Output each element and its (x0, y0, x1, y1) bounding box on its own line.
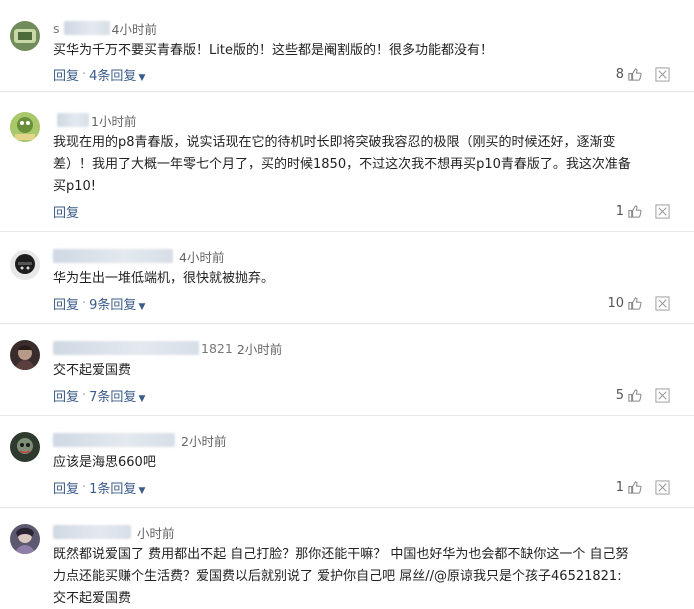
reply-button[interactable]: 回复 (53, 386, 79, 405)
more-options-icon[interactable] (655, 67, 670, 82)
username-redacted (53, 249, 173, 263)
comment-actions: 回复 · 7条回复 ▼ (53, 385, 145, 405)
reply-button[interactable]: 回复 (53, 202, 79, 221)
like-count: 1 (615, 479, 624, 495)
like-count: 10 (607, 295, 624, 311)
comment-actions: 回复 · 1条回复 ▼ (53, 477, 145, 497)
view-replies-button[interactable]: 7条回复 ▼ (89, 386, 145, 405)
username-redacted (53, 525, 131, 539)
username-redacted (53, 433, 175, 447)
chevron-down-icon: ▼ (138, 485, 146, 496)
comment-text: 华为生出一堆低端机，很快就被抛弃。 (53, 268, 673, 290)
comment-actions: 回复 · 9条回复 ▼ (53, 293, 145, 313)
timestamp: 1小时前 (91, 113, 137, 129)
comment-actions: 回复 (53, 201, 79, 221)
timestamp: 2小时前 (181, 433, 227, 449)
like-count: 1 (615, 203, 624, 219)
more-options-icon[interactable] (655, 204, 670, 219)
more-options-icon[interactable] (655, 388, 670, 403)
avatar[interactable] (10, 524, 40, 554)
separator: · (82, 387, 87, 403)
comment-line: 我现在用的p8青春版，说实话现在它的待机时长即将突破我容忍的极限（刚买的时候还好… (53, 135, 616, 150)
comment-item: s 4小时前 买华为千万不要买青春版！Lite版的！这些都是阉割版的！很多功能都… (0, 0, 694, 92)
username-redacted (57, 113, 89, 127)
timestamp: 小时前 (137, 525, 175, 541)
separator: · (82, 295, 87, 311)
comment-header: 4小时前 (53, 246, 224, 266)
comment-item: 1小时前 我现在用的p8青春版，说实话现在它的待机时长即将突破我容忍的极限（刚买… (0, 92, 694, 232)
comment-line: 交不起爱国费 (53, 591, 132, 606)
thumbs-up-icon[interactable] (627, 480, 642, 495)
thumbs-up-icon[interactable] (627, 204, 642, 219)
chevron-down-icon: ▼ (138, 301, 146, 312)
avatar[interactable] (10, 340, 40, 370)
reply-count: 7条回复 (89, 389, 137, 405)
timestamp: 4小时前 (111, 21, 157, 37)
view-replies-button[interactable]: 9条回复 ▼ (89, 294, 145, 313)
like-area: 5 (616, 385, 642, 405)
comment-item: 2小时前 应该是海思660吧 回复 · 1条回复 ▼ 1 (0, 416, 694, 508)
view-replies-button[interactable]: 4条回复 ▼ (89, 65, 145, 84)
like-area: 1 (616, 201, 642, 221)
comment-actions: 回复 · 4条回复 ▼ (53, 64, 145, 84)
thumbs-up-icon[interactable] (627, 67, 642, 82)
username-redacted (53, 341, 199, 355)
comment-item: 4小时前 华为生出一堆低端机，很快就被抛弃。 回复 · 9条回复 ▼ 10 (0, 232, 694, 324)
timestamp: 2小时前 (236, 341, 283, 357)
like-area: 8 (616, 64, 642, 84)
timestamp: 4小时前 (179, 249, 225, 265)
more-options-icon[interactable] (655, 480, 670, 495)
avatar[interactable] (10, 21, 40, 51)
comment-header: s 4小时前 (53, 18, 157, 38)
reply-count: 4条回复 (89, 68, 137, 84)
comment-text: 应该是海思660吧 (53, 452, 673, 474)
comment-item: 小时前 既然都说爱国了 费用都出不起 自己打脸？那你还能干嘛？ 中国也好华为也会… (0, 508, 694, 609)
username[interactable]: s (53, 21, 60, 36)
separator: · (82, 479, 87, 495)
comment-line: 华为生出一堆低端机，很快就被抛弃。 (53, 271, 275, 286)
comment-line: 既然都说爱国了 费用都出不起 自己打脸？那你还能干嘛？ 中国也好华为也会都不缺你… (53, 547, 629, 562)
chevron-down-icon: ▼ (138, 72, 146, 83)
thumbs-up-icon[interactable] (627, 296, 642, 311)
comment-line: 差）！我用了大概一年零七个月了，买的时候1850，不过这次我不想再买p10青春版… (53, 157, 631, 172)
username-redacted (63, 21, 110, 35)
avatar[interactable] (10, 432, 40, 462)
comment-text: 买华为千万不要买青春版！Lite版的！这些都是阉割版的！很多功能都没有！ (53, 40, 673, 62)
comment-line: 交不起爱国费 (53, 363, 132, 378)
comment-line: 应该是海思660吧 (53, 455, 156, 470)
reply-button[interactable]: 回复 (53, 65, 79, 84)
comment-text: 既然都说爱国了 费用都出不起 自己打脸？那你还能干嘛？ 中国也好华为也会都不缺你… (53, 544, 673, 609)
comment-item: 1821 2小时前 交不起爱国费 回复 · 7条回复 ▼ 5 (0, 324, 694, 416)
like-count: 5 (615, 387, 624, 403)
comment-text: 我现在用的p8青春版，说实话现在它的待机时长即将突破我容忍的极限（刚买的时候还好… (53, 132, 673, 198)
like-count: 8 (615, 66, 624, 82)
comment-text: 交不起爱国费 (53, 360, 673, 382)
thumbs-up-icon[interactable] (627, 388, 642, 403)
chevron-down-icon: ▼ (138, 393, 146, 404)
separator: · (82, 66, 87, 82)
comment-header: 2小时前 (53, 430, 226, 450)
like-area: 10 (607, 293, 642, 313)
comment-line: 买p10! (53, 179, 97, 194)
reply-button[interactable]: 回复 (53, 294, 79, 313)
like-area: 1 (616, 477, 642, 497)
reply-count: 1条回复 (89, 481, 137, 497)
comment-line: 力点还能买赚个生活费？爱国费以后就别说了 爱护你自己吧 屌丝//@原谅我只是个孩… (53, 569, 622, 584)
comment-line: 买华为千万不要买青春版！Lite版的！这些都是阉割版的！很多功能都没有！ (53, 43, 493, 58)
reply-button[interactable]: 回复 (53, 478, 79, 497)
avatar[interactable] (10, 112, 40, 142)
comment-header: 1821 2小时前 (53, 338, 282, 358)
view-replies-button[interactable]: 1条回复 ▼ (89, 478, 145, 497)
comment-list: s 4小时前 买华为千万不要买青春版！Lite版的！这些都是阉割版的！很多功能都… (0, 0, 694, 609)
more-options-icon[interactable] (655, 296, 670, 311)
comment-header: 小时前 (53, 522, 175, 542)
comment-header: 1小时前 (53, 110, 136, 130)
avatar[interactable] (10, 250, 40, 280)
reply-count: 9条回复 (89, 297, 137, 313)
username[interactable]: 1821 (201, 341, 233, 356)
